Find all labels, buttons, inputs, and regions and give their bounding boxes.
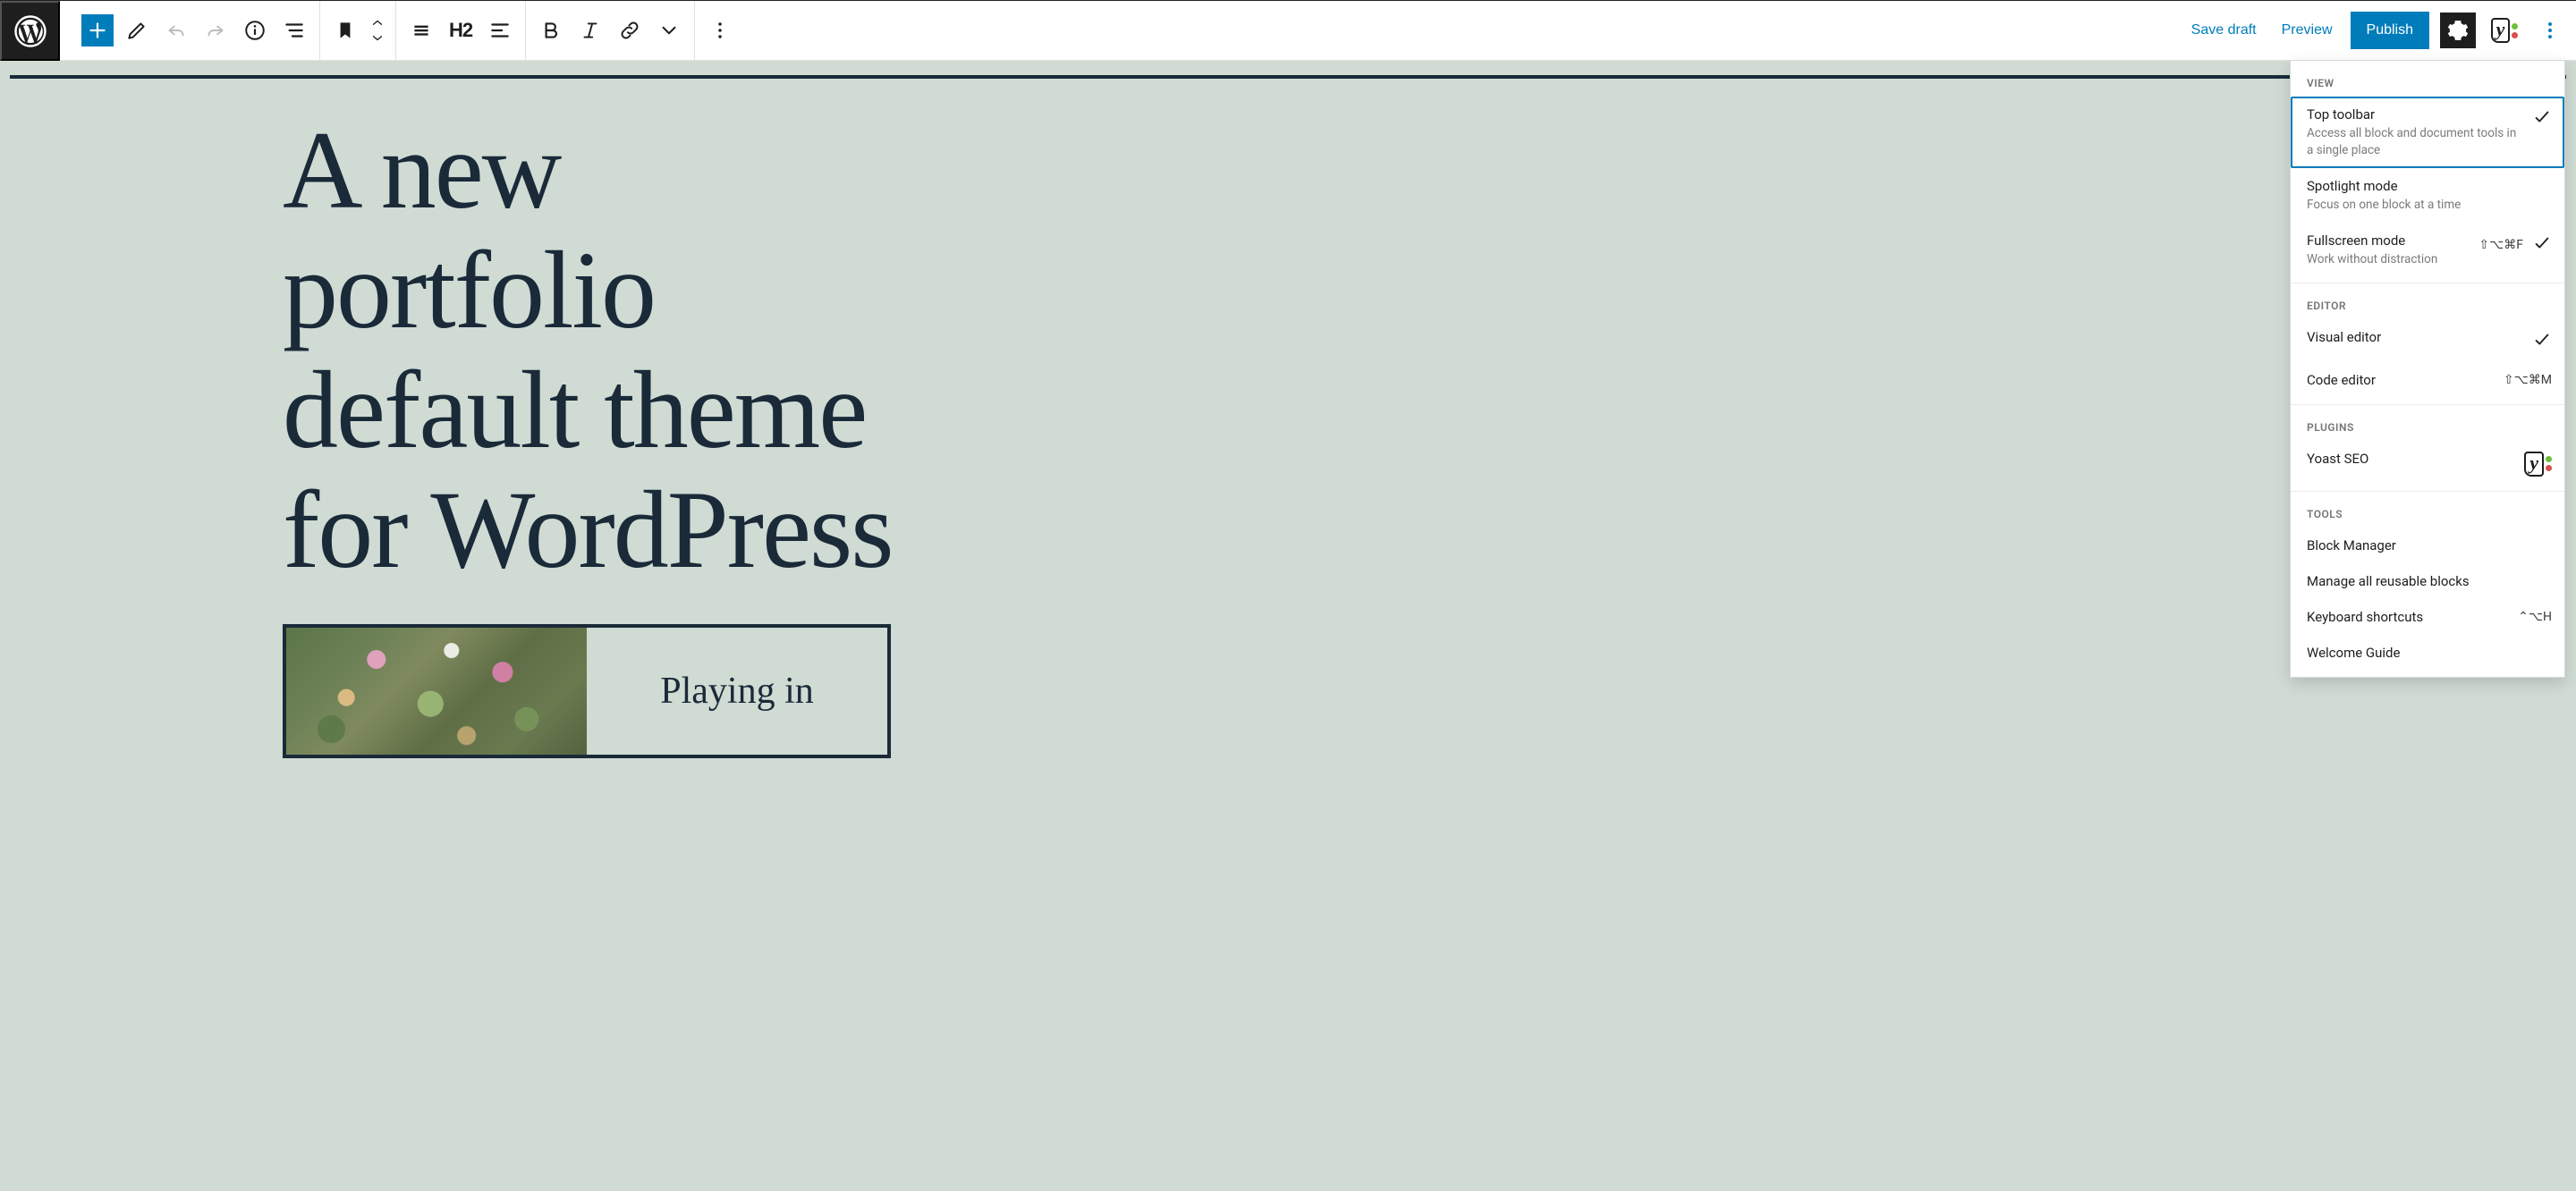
- panel-item-title: Top toolbar: [2307, 106, 2523, 123]
- separator-block[interactable]: [10, 75, 2566, 79]
- paragraph-block-icon: [410, 19, 433, 42]
- heading-level-button[interactable]: H2: [441, 11, 480, 50]
- yoast-icon: y: [2524, 452, 2552, 477]
- panel-section: PLUGINS Yoast SEO y: [2291, 405, 2564, 492]
- panel-item-title: Visual editor: [2307, 328, 2523, 346]
- yoast-button[interactable]: y: [2487, 13, 2522, 48]
- panel-item[interactable]: Code editor ⇧⌥⌘M: [2291, 362, 2564, 398]
- panel-item[interactable]: Top toolbar Access all block and document…: [2291, 97, 2564, 168]
- panel-item-title: Fullscreen mode: [2307, 232, 2470, 249]
- undo-button[interactable]: [157, 11, 196, 50]
- italic-button[interactable]: [571, 11, 610, 50]
- wordpress-logo-icon: [14, 15, 47, 47]
- bookmark-icon: [334, 19, 357, 42]
- panel-section-heading: VIEW: [2291, 70, 2564, 97]
- publish-button[interactable]: Publish: [2351, 12, 2429, 49]
- text-align-button[interactable]: [480, 11, 520, 50]
- panel-item-desc: Focus on one block at a time: [2307, 197, 2552, 214]
- panel-section: TOOLS Block Manager Manage all reusable bl…: [2291, 492, 2564, 677]
- check-icon: [2532, 233, 2552, 257]
- panel-item-title: Yoast SEO: [2307, 450, 2515, 468]
- panel-item-title: Welcome Guide: [2307, 644, 2552, 662]
- kebab-icon: [2538, 19, 2562, 42]
- header-right: Save draft Preview Publish y: [2184, 1, 2576, 60]
- block-options-button[interactable]: [700, 11, 740, 50]
- kebab-icon: [708, 19, 732, 42]
- align-left-icon: [488, 19, 512, 42]
- panel-item[interactable]: Manage all reusable blocks: [2291, 563, 2564, 599]
- redo-button[interactable]: [196, 11, 235, 50]
- editor-header: H2: [0, 1, 2576, 61]
- panel-section: VIEW Top toolbar Access all block and docu…: [2291, 61, 2564, 283]
- panel-item-desc: Access all block and document tools in a…: [2307, 125, 2523, 159]
- panel-section-heading: TOOLS: [2291, 501, 2564, 528]
- yoast-icon: y: [2491, 18, 2519, 43]
- panel-item[interactable]: Block Manager: [2291, 528, 2564, 563]
- heading-level-label: H2: [445, 19, 476, 42]
- editor-canvas: A new portfolio default theme for WordPr…: [0, 61, 2576, 1191]
- check-icon: [2532, 107, 2552, 131]
- panel-item[interactable]: Spotlight mode Focus on one block at a ti…: [2291, 168, 2564, 223]
- page-title-heading[interactable]: A new portfolio default theme for WordPr…: [10, 111, 904, 590]
- settings-button[interactable]: [2440, 13, 2476, 48]
- panel-item-title: Block Manager: [2307, 536, 2552, 554]
- bold-button[interactable]: [531, 11, 571, 50]
- link-icon: [618, 19, 641, 42]
- block-type-button[interactable]: [326, 11, 365, 50]
- panel-item[interactable]: Keyboard shortcuts ⌃⌥H: [2291, 599, 2564, 635]
- panel-item[interactable]: Welcome Guide: [2291, 635, 2564, 671]
- block-inserter-button[interactable]: [81, 14, 114, 46]
- pencil-icon: [125, 19, 148, 42]
- media-text-block[interactable]: Playing in: [283, 624, 891, 758]
- media-text-caption[interactable]: Playing in: [587, 628, 887, 755]
- panel-item-desc: Work without distraction: [2307, 251, 2470, 268]
- change-block-type-button[interactable]: [402, 11, 441, 50]
- chevron-down-icon: [369, 34, 386, 43]
- panel-item-title: Spotlight mode: [2307, 177, 2552, 195]
- editor-options-panel: VIEW Top toolbar Access all block and docu…: [2290, 60, 2565, 678]
- panel-section: EDITOR Visual editor Code editor ⇧⌥⌘M: [2291, 283, 2564, 404]
- panel-item-title: Manage all reusable blocks: [2307, 572, 2552, 590]
- info-icon: [243, 19, 267, 42]
- panel-section-heading: PLUGINS: [2291, 414, 2564, 441]
- outline-button[interactable]: [275, 11, 314, 50]
- toolbar-left: H2: [60, 1, 758, 60]
- redo-icon: [204, 19, 227, 42]
- media-image[interactable]: [286, 628, 587, 755]
- link-button[interactable]: [610, 11, 649, 50]
- more-rich-text-button[interactable]: [649, 11, 689, 50]
- outline-icon: [283, 19, 306, 42]
- block-movers: [365, 14, 390, 46]
- panel-item[interactable]: Visual editor: [2291, 319, 2564, 362]
- editor-options-button[interactable]: [2533, 13, 2567, 48]
- panel-item-shortcut: ⇧⌥⌘M: [2504, 373, 2552, 387]
- plus-icon: [86, 19, 109, 42]
- chevron-down-icon: [657, 19, 681, 42]
- check-icon: [2532, 330, 2552, 353]
- gear-icon: [2446, 19, 2470, 42]
- move-down-button[interactable]: [365, 30, 390, 46]
- panel-item-shortcut: ⌃⌥H: [2518, 610, 2552, 624]
- chevron-up-icon: [369, 18, 386, 27]
- panel-item-shortcut: ⇧⌥⌘F: [2479, 238, 2523, 252]
- panel-item-title: Code editor: [2307, 371, 2495, 389]
- wp-logo-button[interactable]: [0, 1, 60, 61]
- panel-item[interactable]: Yoast SEO y: [2291, 441, 2564, 486]
- details-button[interactable]: [235, 11, 275, 50]
- panel-item-title: Keyboard shortcuts: [2307, 608, 2509, 626]
- tools-edit-button[interactable]: [117, 11, 157, 50]
- undo-icon: [165, 19, 188, 42]
- panel-section-heading: EDITOR: [2291, 292, 2564, 319]
- move-up-button[interactable]: [365, 14, 390, 30]
- panel-item[interactable]: Fullscreen mode Work without distraction ⇧…: [2291, 223, 2564, 277]
- bold-icon: [539, 19, 563, 42]
- italic-icon: [579, 19, 602, 42]
- save-draft-button[interactable]: Save draft: [2184, 13, 2264, 47]
- preview-button[interactable]: Preview: [2275, 13, 2340, 47]
